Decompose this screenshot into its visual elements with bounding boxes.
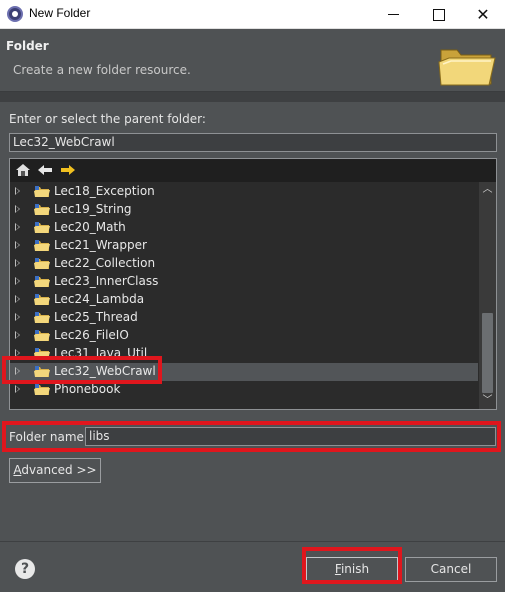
- help-icon[interactable]: ?: [15, 559, 35, 579]
- scroll-down-arrow-icon[interactable]: ﹀: [479, 393, 496, 409]
- expand-arrow-icon[interactable]: [15, 223, 20, 231]
- tree-item[interactable]: Lec24_Lambda: [10, 291, 478, 309]
- project-folder-icon: [34, 240, 50, 251]
- expand-arrow-icon[interactable]: [15, 385, 20, 393]
- tree-item[interactable]: Lec21_Wrapper: [10, 237, 478, 255]
- expand-arrow-icon[interactable]: [15, 367, 20, 375]
- tree-item[interactable]: Lec19_String: [10, 201, 478, 219]
- tree-item[interactable]: Lec23_InnerClass: [10, 273, 478, 291]
- tree-item[interactable]: Lec22_Collection: [10, 255, 478, 273]
- project-folder-icon: [34, 348, 50, 359]
- expand-arrow-icon[interactable]: [15, 277, 20, 285]
- project-folder-icon: [34, 204, 50, 215]
- advanced-label: dvanced >>: [21, 463, 97, 477]
- wizard-header: Folder Create a new folder resource.: [0, 29, 505, 92]
- close-button[interactable]: ✕: [461, 0, 505, 29]
- footer-separator: [0, 541, 505, 542]
- tree-toolbar: [10, 159, 496, 182]
- project-folder-icon: [34, 384, 50, 395]
- finish-button[interactable]: Finish: [306, 557, 398, 582]
- header-description: Create a new folder resource.: [13, 63, 191, 77]
- expand-arrow-icon[interactable]: [15, 331, 20, 339]
- folder-tree[interactable]: Lec18_Exception Lec19_String Lec20_Math …: [9, 158, 497, 410]
- expand-arrow-icon[interactable]: [15, 313, 20, 321]
- minimize-button[interactable]: [371, 0, 415, 29]
- tree-item-label: Lec23_InnerClass: [54, 274, 159, 288]
- expand-arrow-icon[interactable]: [15, 205, 20, 213]
- project-folder-icon: [34, 312, 50, 323]
- tree-item-label: Lec31_Java_Util: [54, 346, 148, 360]
- folder-name-input[interactable]: libs: [85, 427, 496, 446]
- project-folder-icon: [34, 186, 50, 197]
- tree-item-label: Lec32_WebCrawl: [54, 364, 156, 378]
- tree-item-label: Lec20_Math: [54, 220, 126, 234]
- expand-arrow-icon[interactable]: [15, 349, 20, 357]
- project-folder-icon: [34, 294, 50, 305]
- tree-item[interactable]: Lec20_Math: [10, 219, 478, 237]
- folder-name-label: Folder name:: [9, 430, 88, 444]
- project-folder-icon: [34, 222, 50, 233]
- expand-arrow-icon[interactable]: [15, 259, 20, 267]
- tree-item-label: Lec26_FileIO: [54, 328, 129, 342]
- tree-item-label: Phonebook: [54, 382, 121, 396]
- maximize-button[interactable]: [416, 0, 460, 29]
- cancel-button[interactable]: Cancel: [405, 557, 497, 582]
- header-title: Folder: [6, 39, 49, 53]
- home-icon[interactable]: [15, 163, 31, 177]
- back-arrow-icon[interactable]: [37, 163, 53, 177]
- expand-arrow-icon[interactable]: [15, 295, 20, 303]
- parent-folder-input[interactable]: Lec32_WebCrawl: [9, 133, 497, 152]
- project-folder-icon: [34, 258, 50, 269]
- tree-item-label: Lec18_Exception: [54, 184, 155, 198]
- project-folder-icon: [34, 366, 50, 377]
- expand-arrow-icon[interactable]: [15, 187, 20, 195]
- header-separator: [0, 92, 505, 102]
- tree-item-list: Lec18_Exception Lec19_String Lec20_Math …: [10, 183, 478, 409]
- tree-item[interactable]: Lec26_FileIO: [10, 327, 478, 345]
- tree-item-label: Lec19_String: [54, 202, 132, 216]
- parent-folder-label: Enter or select the parent folder:: [9, 112, 206, 126]
- forward-arrow-icon[interactable]: [60, 163, 76, 177]
- expand-arrow-icon[interactable]: [15, 241, 20, 249]
- folder-banner-icon: [438, 49, 496, 86]
- scroll-thumb[interactable]: [482, 313, 493, 393]
- tree-item-label: Lec25_Thread: [54, 310, 138, 324]
- tree-item[interactable]: Lec25_Thread: [10, 309, 478, 327]
- window-title: New Folder: [29, 6, 91, 20]
- tree-scrollbar[interactable]: ︿ ﹀: [479, 182, 496, 409]
- tree-item-selected[interactable]: Lec32_WebCrawl: [10, 363, 478, 381]
- project-folder-icon: [34, 276, 50, 287]
- project-folder-icon: [34, 330, 50, 341]
- tree-item[interactable]: Phonebook: [10, 381, 478, 399]
- tree-item-label: Lec24_Lambda: [54, 292, 145, 306]
- finish-label: inish: [340, 562, 370, 576]
- tree-item-label: Lec22_Collection: [54, 256, 156, 270]
- tree-item-label: Lec21_Wrapper: [54, 238, 147, 252]
- title-bar: New Folder ✕: [0, 0, 505, 29]
- eclipse-app-icon: [7, 6, 23, 22]
- tree-item[interactable]: Lec31_Java_Util: [10, 345, 478, 363]
- tree-item[interactable]: Lec18_Exception: [10, 183, 478, 201]
- advanced-button[interactable]: Advanced >>: [9, 458, 101, 483]
- scroll-up-arrow-icon[interactable]: ︿: [479, 182, 496, 198]
